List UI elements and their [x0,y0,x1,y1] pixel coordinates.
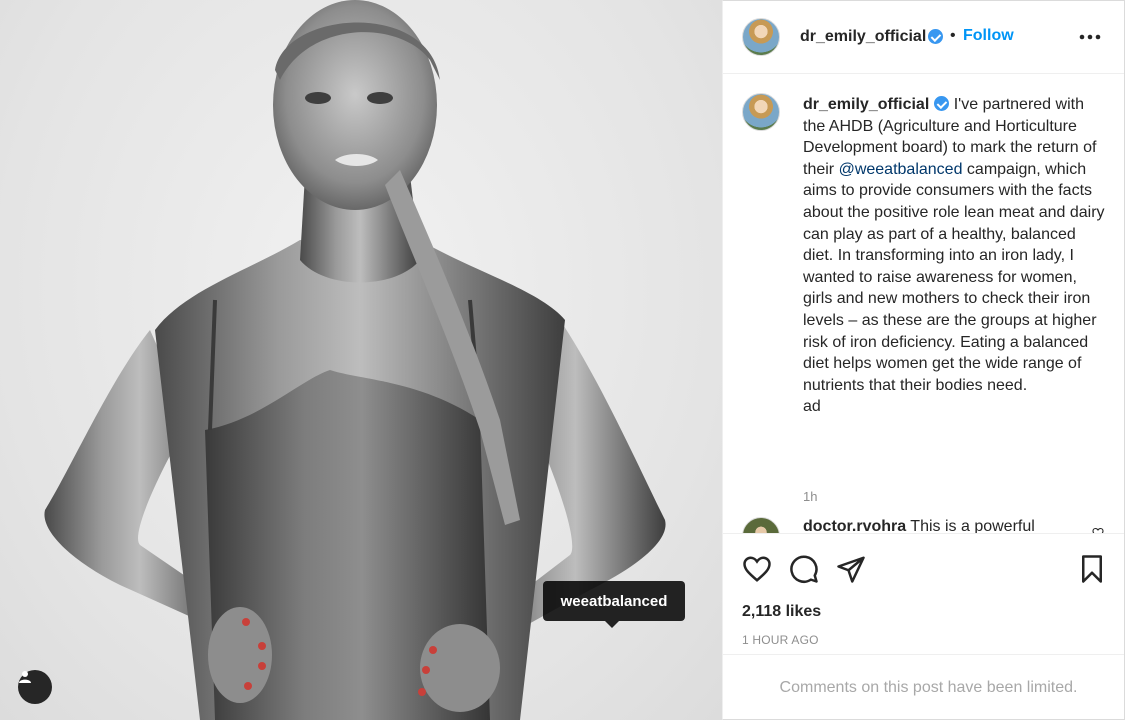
author-username[interactable]: dr_emily_official [800,28,926,46]
paper-plane-icon[interactable] [836,554,866,584]
author-avatar[interactable] [742,18,780,56]
comments-list[interactable]: dr_emily_official I've partnered with th… [723,75,1124,533]
commenter-username[interactable]: doctor.rvohra [803,518,906,533]
caption-avatar[interactable] [742,93,780,131]
comment-text: doctor.rvohra This is a powerful [803,518,1035,533]
caption-text-part: campaign, which aims to provide consumer… [803,160,1105,394]
follow-button[interactable]: Follow [963,27,1014,45]
verified-badge-icon [928,29,943,44]
post-header: dr_emily_official • Follow [723,1,1124,74]
comment-item: doctor.rvohra This is a powerful [742,517,1112,533]
caption-time[interactable]: 1h [803,489,817,504]
caption-text: dr_emily_official I've partnered with th… [803,94,1105,418]
comments-limited-notice: Comments on this post have been limited. [723,654,1124,720]
caption-mention-link[interactable]: @weeatbalanced [839,161,963,178]
post-photo[interactable]: weeatbalanced [0,0,722,720]
ad-label: ad [803,398,821,416]
verified-badge-icon [934,96,950,111]
caption-username[interactable]: dr_emily_official [803,96,929,113]
more-horizontal-icon[interactable] [1079,34,1101,40]
heart-icon[interactable] [742,554,772,584]
photo-tag[interactable]: weeatbalanced [543,581,685,628]
likes-count[interactable]: 2,118 likes [742,603,821,621]
tagged-users-button[interactable] [18,670,52,704]
comment-body: This is a powerful [906,518,1035,533]
commenter-avatar[interactable] [742,517,780,533]
comment-icon[interactable] [789,554,819,584]
bookmark-icon[interactable] [1077,554,1107,584]
user-silhouette-icon [19,671,31,683]
post-timestamp[interactable]: 1 HOUR AGO [742,633,819,647]
post-details-panel: dr_emily_official • Follow dr_emily_offi… [722,0,1125,720]
post-actions: 2,118 likes 1 HOUR AGO [723,533,1124,653]
separator-dot: • [950,27,956,44]
